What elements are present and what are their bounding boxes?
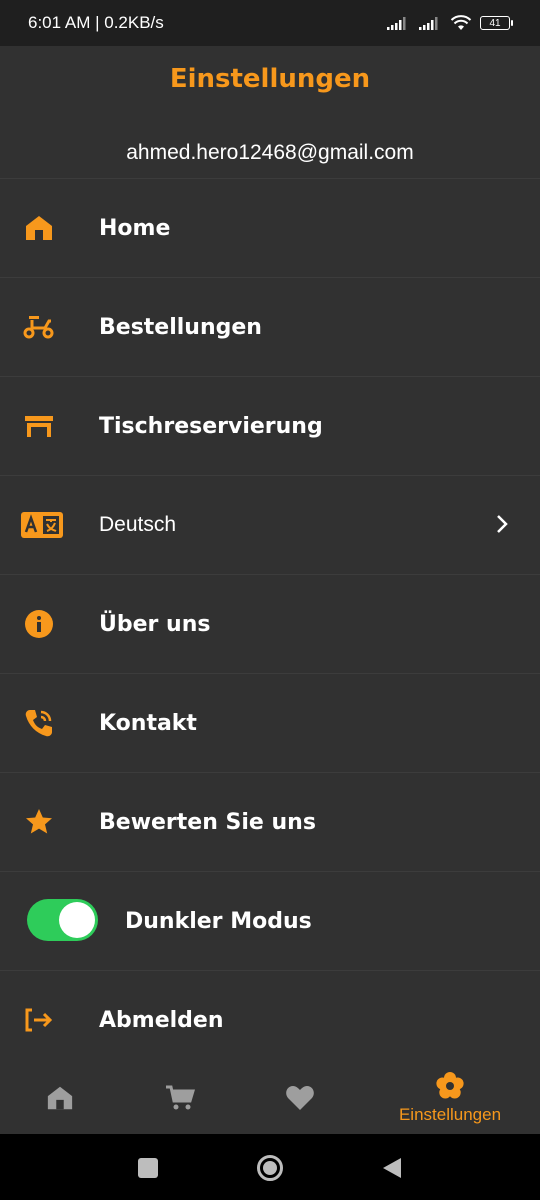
signal-icon-2 bbox=[419, 17, 438, 30]
home-icon bbox=[47, 1086, 73, 1110]
nav-settings[interactable]: Einstellungen bbox=[380, 1062, 520, 1134]
table-icon bbox=[22, 409, 56, 443]
system-navigation-bar bbox=[0, 1134, 540, 1200]
scooter-icon bbox=[22, 310, 56, 344]
settings-flower-icon bbox=[436, 1072, 464, 1099]
home-button[interactable] bbox=[257, 1155, 283, 1181]
user-email: ahmed.hero12468@gmail.com bbox=[126, 141, 414, 164]
star-icon bbox=[22, 805, 56, 839]
nav-cart[interactable] bbox=[160, 1062, 200, 1134]
logout-icon bbox=[22, 1003, 56, 1037]
menu-item-dark-mode: Dunkler Modus bbox=[0, 872, 540, 970]
status-bar: 6:01 AM | 0.2KB/s 41 bbox=[0, 0, 540, 46]
chevron-right-icon bbox=[497, 515, 508, 533]
menu-item-home[interactable]: Home bbox=[0, 179, 540, 277]
menu-label-table-reservation: Tischreservierung bbox=[99, 413, 323, 439]
battery-icon: 41 bbox=[480, 16, 513, 30]
recent-apps-button[interactable] bbox=[138, 1158, 158, 1178]
nav-favorites[interactable] bbox=[280, 1062, 320, 1134]
menu-item-logout[interactable]: Abmelden bbox=[0, 971, 540, 1069]
nav-home[interactable] bbox=[40, 1062, 80, 1134]
menu-label-rate: Bewerten Sie uns bbox=[99, 809, 316, 835]
phone-icon bbox=[22, 706, 56, 740]
status-time: 6:01 AM | 0.2KB/s bbox=[28, 13, 164, 32]
page-title: Einstellungen bbox=[169, 64, 371, 94]
nav-settings-label: Einstellungen bbox=[398, 1105, 502, 1124]
bottom-navigation: Einstellungen bbox=[0, 1062, 540, 1134]
info-icon bbox=[22, 607, 56, 641]
home-button-dot bbox=[263, 1161, 277, 1175]
menu-item-rate[interactable]: Bewerten Sie uns bbox=[0, 773, 540, 871]
signal-icon bbox=[387, 17, 406, 30]
menu-item-about[interactable]: Über uns bbox=[0, 575, 540, 673]
menu-label-logout: Abmelden bbox=[99, 1007, 224, 1033]
heart-icon bbox=[286, 1086, 314, 1110]
menu-label-orders: Bestellungen bbox=[99, 314, 262, 340]
cart-icon bbox=[166, 1085, 195, 1110]
menu-item-orders[interactable]: Bestellungen bbox=[0, 278, 540, 376]
wifi-icon bbox=[450, 15, 472, 30]
menu-item-table-reservation[interactable]: Tischreservierung bbox=[0, 377, 540, 475]
back-button[interactable] bbox=[381, 1156, 403, 1180]
menu-label-language: Deutsch bbox=[99, 513, 177, 536]
menu-item-language[interactable]: Deutsch bbox=[0, 476, 540, 574]
translate-icon bbox=[21, 508, 63, 542]
status-icons: 41 bbox=[386, 15, 513, 31]
home-icon bbox=[22, 211, 56, 245]
toggle-knob bbox=[59, 902, 95, 938]
menu-label-contact: Kontakt bbox=[99, 710, 197, 736]
menu-item-contact[interactable]: Kontakt bbox=[0, 674, 540, 772]
menu-label-dark-mode: Dunkler Modus bbox=[125, 908, 312, 934]
menu-label-about: Über uns bbox=[99, 611, 211, 637]
dark-mode-toggle[interactable] bbox=[27, 899, 98, 941]
menu-label-home: Home bbox=[99, 215, 171, 241]
